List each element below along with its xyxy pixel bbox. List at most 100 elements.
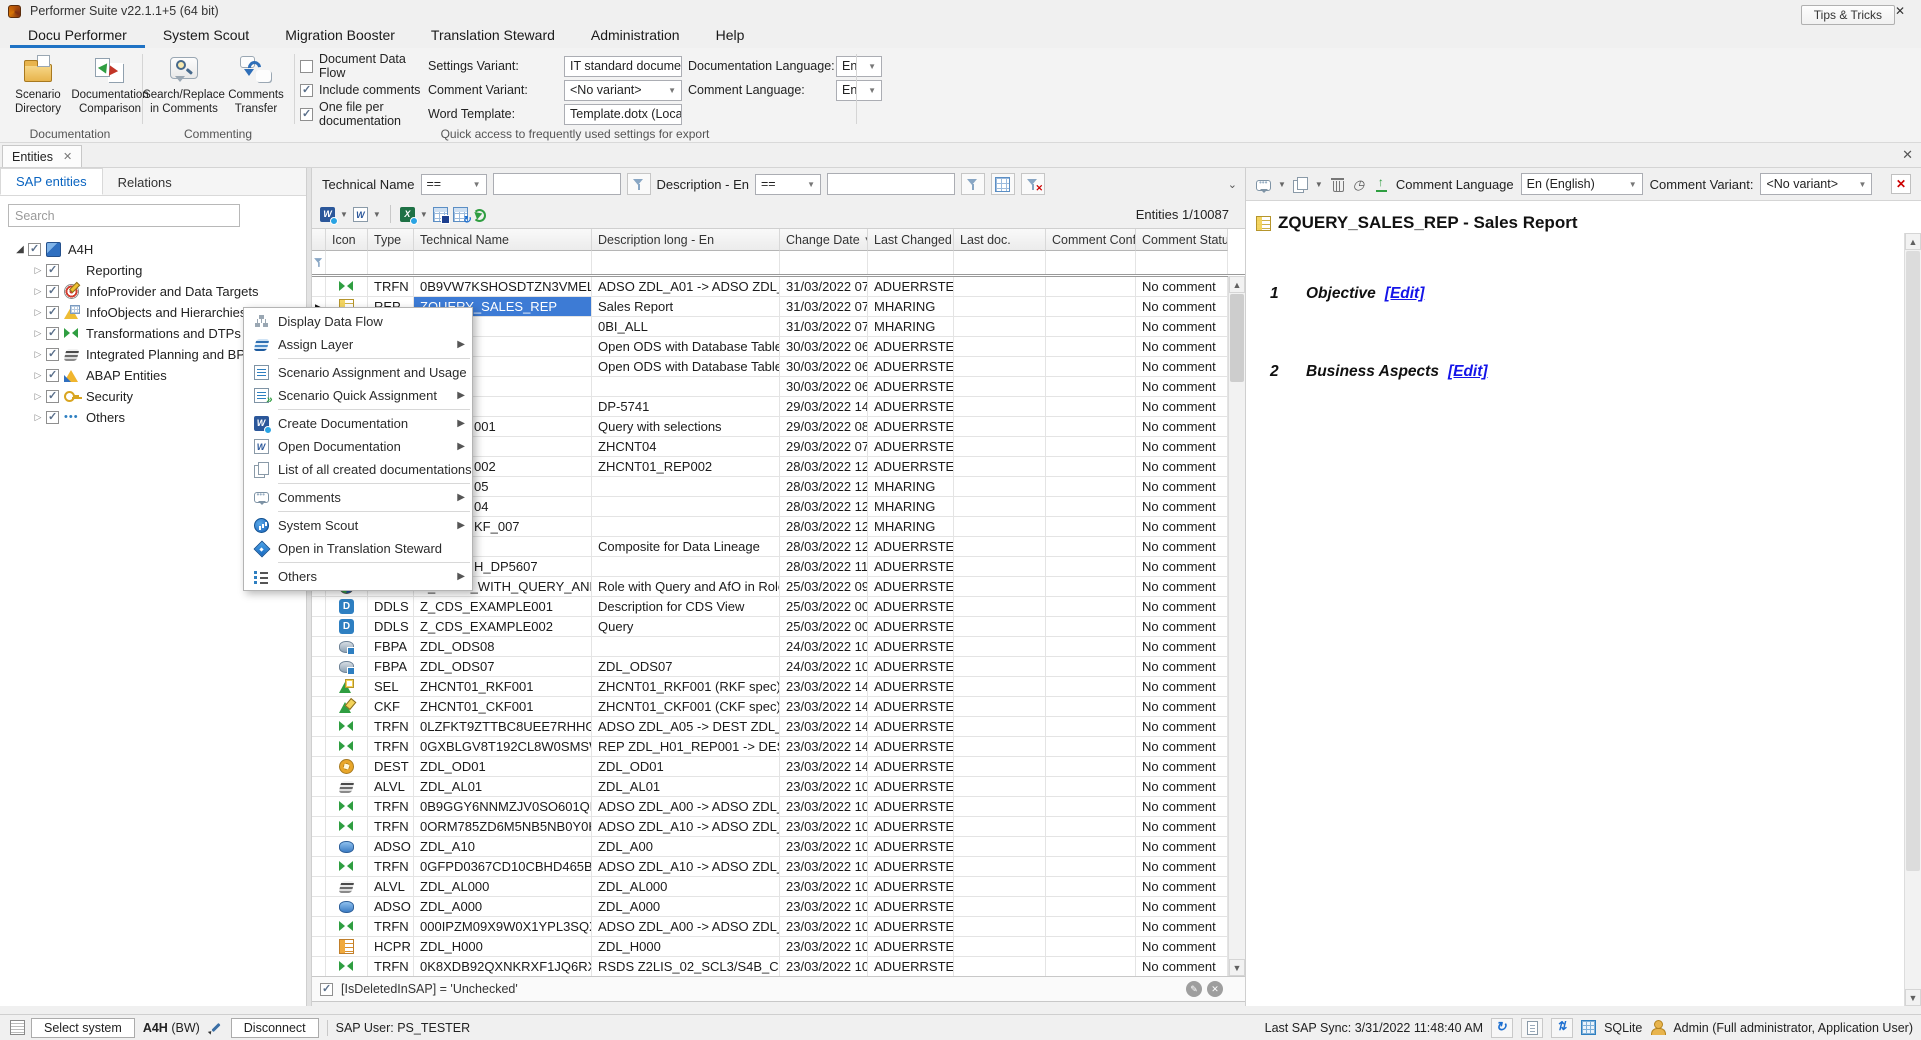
edit-objective-link[interactable]: [Edit]: [1385, 285, 1425, 303]
table-row[interactable]: SELZHCNT01_RKF001ZHCNT01_RKF001 (RKF spe…: [312, 677, 1245, 697]
row-expander[interactable]: [312, 657, 326, 677]
filter-operator-2-dropdown[interactable]: ==▼: [755, 174, 821, 195]
chevron-down-icon[interactable]: ▼: [340, 210, 348, 219]
table-row[interactable]: ADSOZDL_A10ZDL_A0023/03/2022 10...ADUERR…: [312, 837, 1245, 857]
close-filter-icon[interactable]: ✕: [1207, 981, 1223, 997]
table-row[interactable]: TRFN0GFPD0367CD10CBHD465BNU5ADSO ZDL_A10…: [312, 857, 1245, 877]
scrollbar-thumb[interactable]: [1906, 251, 1920, 871]
expand-icon[interactable]: ▷: [30, 307, 46, 318]
filter-cell[interactable]: [368, 251, 414, 274]
comment-language-dropdown[interactable]: En (English)▼: [1521, 173, 1643, 195]
menu-item-create-documentation[interactable]: Create Documentation▶: [244, 412, 472, 435]
table-row[interactable]: TRFN0ORM785ZD6M5NB5NB0Y0HL7FADSO ZDL_A10…: [312, 817, 1245, 837]
ribbon-button-scenario-directory[interactable]: Scenario Directory: [2, 52, 74, 119]
checkbox-document-data-flow[interactable]: Document Data Flow: [300, 52, 422, 80]
ribbon-button-documentation-comparison[interactable]: Documentation Comparison: [74, 52, 146, 119]
expand-icon[interactable]: ▷: [30, 370, 46, 381]
dropdown-word-template[interactable]: Template.dotx (Local)▼: [564, 104, 682, 125]
column-header-comment-conf[interactable]: Comment Conf...: [1046, 229, 1136, 251]
column-header-icon[interactable]: Icon: [326, 229, 368, 251]
menu-tab-help[interactable]: Help: [698, 24, 763, 48]
tree-checkbox[interactable]: [46, 411, 59, 424]
menu-item-list-of-all-created-documentations[interactable]: List of all created documentations: [244, 458, 472, 481]
close-comment-panel-button[interactable]: ✕: [1891, 174, 1911, 194]
transfer-queue-button[interactable]: [1551, 1018, 1573, 1038]
column-header-comment-status[interactable]: Comment Status: [1136, 229, 1228, 251]
tree-checkbox[interactable]: [46, 390, 59, 403]
expand-icon[interactable]: ▷: [30, 412, 46, 423]
menu-tab-migration-booster[interactable]: Migration Booster: [267, 24, 413, 48]
table-row[interactable]: CKFZHCNT01_CKF001ZHCNT01_CKF001 (CKF spe…: [312, 697, 1245, 717]
ribbon-button-comments-transfer[interactable]: Comments Transfer: [220, 52, 292, 119]
tree-checkbox[interactable]: [46, 369, 59, 382]
expand-icon[interactable]: ▷: [30, 349, 46, 360]
table-row[interactable]: TRFN0K8XDB92QXNKRXF1JQ6RXWX8RSDS Z2LIS_0…: [312, 957, 1245, 977]
open-documentation-button[interactable]: [353, 206, 368, 222]
menu-item-display-data-flow[interactable]: Display Data Flow: [244, 310, 472, 333]
export-excel-button[interactable]: [400, 206, 415, 222]
menu-item-system-scout[interactable]: System Scout▶: [244, 514, 472, 537]
filter-operator-1-dropdown[interactable]: ==▼: [421, 174, 487, 195]
table-row[interactable]: TRFN0GXBLGV8T192CL8W0SMSWRGFREP ZDL_H01_…: [312, 737, 1245, 757]
chevron-down-icon[interactable]: ▼: [373, 210, 381, 219]
filter-cell[interactable]: [414, 251, 592, 274]
expand-icon[interactable]: ▷: [30, 391, 46, 402]
dropdown-comment-variant[interactable]: <No variant>▼: [564, 80, 682, 101]
column-header-change-date[interactable]: Change Date▼: [780, 229, 868, 251]
tab-entities[interactable]: Entities ✕: [2, 145, 82, 167]
menu-tab-administration[interactable]: Administration: [573, 24, 698, 48]
select-system-button[interactable]: Select system: [31, 1018, 135, 1038]
refresh-button[interactable]: [473, 206, 486, 222]
row-expander[interactable]: [312, 917, 326, 937]
edit-filter-icon[interactable]: ✎: [1186, 981, 1202, 997]
table-row[interactable]: ADSOZDL_A000ZDL_A00023/03/2022 10...ADUE…: [312, 897, 1245, 917]
filter-cell[interactable]: [954, 251, 1046, 274]
table-row[interactable]: FBPAZDL_ODS0824/03/2022 10...ADUERRSTEIN…: [312, 637, 1245, 657]
checkbox-include-comments[interactable]: Include comments: [300, 83, 422, 97]
filter-value-1-input[interactable]: [493, 173, 621, 195]
row-expander[interactable]: [312, 897, 326, 917]
row-expander[interactable]: [312, 817, 326, 837]
menu-item-comments[interactable]: Comments▶: [244, 486, 472, 509]
scrollbar-thumb[interactable]: [1230, 294, 1244, 382]
column-header-type[interactable]: Type: [368, 229, 414, 251]
footer-filter-checkbox[interactable]: [320, 983, 333, 996]
pen-icon[interactable]: [208, 1020, 223, 1035]
collapse-icon[interactable]: ◢: [12, 244, 28, 255]
table-row[interactable]: DDLSZ_CDS_EXAMPLE001Description for CDS …: [312, 597, 1245, 617]
add-comment-button[interactable]: [1256, 177, 1271, 192]
column-header-description-long-en[interactable]: Description long - En: [592, 229, 780, 251]
scroll-down-icon[interactable]: ▼: [1905, 989, 1921, 1006]
filter-cell[interactable]: [1136, 251, 1228, 274]
copy-comment-button[interactable]: [1293, 176, 1308, 192]
table-row[interactable]: ALVLZDL_AL01ZDL_AL0123/03/2022 10...ADUE…: [312, 777, 1245, 797]
scroll-up-icon[interactable]: ▲: [1229, 276, 1245, 293]
filter-cell[interactable]: [868, 251, 954, 274]
log-button[interactable]: [1521, 1018, 1543, 1038]
menu-item-others[interactable]: Others▶: [244, 565, 472, 588]
sync-button[interactable]: [1491, 1018, 1513, 1038]
row-expander[interactable]: [312, 937, 326, 957]
column-header-last-changed[interactable]: Last Changed...: [868, 229, 954, 251]
sidebar-item-a4h[interactable]: ◢A4H: [0, 239, 306, 260]
tree-checkbox[interactable]: [46, 306, 59, 319]
row-expander[interactable]: [312, 837, 326, 857]
checkbox-icon[interactable]: [300, 60, 313, 73]
comment-variant-dropdown[interactable]: <No variant>▼: [1760, 173, 1872, 195]
delete-comment-button[interactable]: [1330, 176, 1345, 192]
sidebar-item-reporting[interactable]: ▷Reporting: [0, 260, 306, 281]
table-row[interactable]: TRFN0B9GGY6NNMZJV0SO601QF7D6ADSO ZDL_A00…: [312, 797, 1245, 817]
expand-icon[interactable]: ▷: [30, 286, 46, 297]
row-expander[interactable]: [312, 777, 326, 797]
column-header-gutter[interactable]: [312, 229, 326, 251]
history-button[interactable]: [1352, 176, 1367, 192]
tree-checkbox[interactable]: [46, 348, 59, 361]
chevron-down-icon[interactable]: ▼: [1315, 180, 1323, 189]
tabbar-close-icon[interactable]: ✕: [1902, 147, 1913, 163]
filter-1-button[interactable]: [627, 173, 651, 195]
table-row[interactable]: ALVLZDL_AL000ZDL_AL00023/03/2022 10...AD…: [312, 877, 1245, 897]
expand-icon[interactable]: ▷: [30, 265, 46, 276]
filter-value-2-input[interactable]: [827, 173, 955, 195]
row-expander[interactable]: [312, 697, 326, 717]
filter-cell[interactable]: [1046, 251, 1136, 274]
